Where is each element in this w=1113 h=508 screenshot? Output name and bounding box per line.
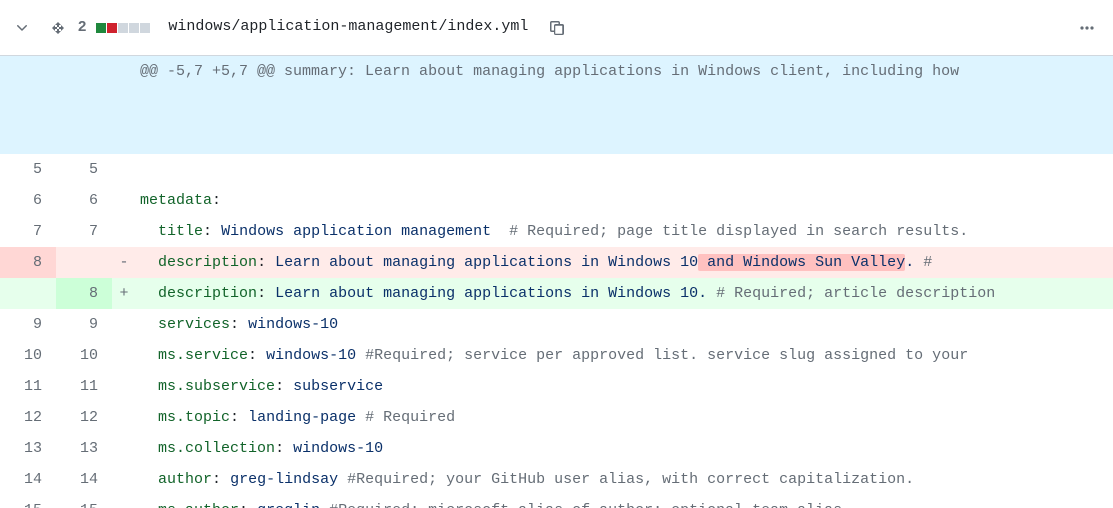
diffstat-square (107, 23, 117, 33)
hunk-header: @@ -5,7 +5,7 @@ summary: Learn about man… (0, 56, 1113, 154)
code-cell[interactable]: title: Windows application management # … (136, 216, 1113, 247)
diffstat[interactable] (96, 23, 150, 33)
diff-sign (112, 216, 136, 247)
code-cell[interactable]: ms.service: windows-10 #Required; servic… (136, 340, 1113, 371)
diff-sign (112, 433, 136, 464)
diff-line: 77 title: Windows application management… (0, 216, 1113, 247)
code-cell[interactable]: description: Learn about managing applic… (136, 247, 1113, 278)
diff-sign (112, 402, 136, 433)
diff-sign: + (112, 278, 136, 309)
diff-line: 8 - description: Learn about managing app… (0, 247, 1113, 278)
old-line-number[interactable]: 9 (0, 309, 56, 340)
hunk-text: @@ -5,7 +5,7 @@ summary: Learn about man… (136, 56, 1113, 154)
code-cell[interactable]: ms.topic: landing-page # Required (136, 402, 1113, 433)
expand-up-icon[interactable] (72, 87, 112, 118)
old-line-number[interactable]: 12 (0, 402, 56, 433)
old-line-number[interactable]: 6 (0, 185, 56, 216)
diff-line: 55 (0, 154, 1113, 185)
new-line-number[interactable]: 5 (56, 154, 112, 185)
diff-sign (112, 495, 136, 508)
diff-line: 1010 ms.service: windows-10 #Required; s… (0, 340, 1113, 371)
code-cell[interactable]: services: windows-10 (136, 309, 1113, 340)
diff-line: 1111 ms.subservice: subservice (0, 371, 1113, 402)
new-line-number[interactable]: 15 (56, 495, 112, 508)
change-count: 2 (78, 16, 86, 39)
old-line-number[interactable]: 14 (0, 464, 56, 495)
old-line-number[interactable]: 8 (0, 247, 56, 278)
code-cell[interactable]: ms.subservice: subservice (136, 371, 1113, 402)
diff-line: 66 metadata: (0, 185, 1113, 216)
diff-sign (112, 185, 136, 216)
new-line-number[interactable]: 12 (56, 402, 112, 433)
new-line-number[interactable]: 9 (56, 309, 112, 340)
diff-line: 1313 ms.collection: windows-10 (0, 433, 1113, 464)
diffstat-square (140, 23, 150, 33)
diffstat-square (118, 23, 128, 33)
diff-line: 1212 ms.topic: landing-page # Required (0, 402, 1113, 433)
new-line-number[interactable]: 7 (56, 216, 112, 247)
copy-path-button[interactable] (544, 14, 572, 42)
collapse-toggle[interactable] (8, 14, 36, 42)
new-line-number[interactable] (56, 247, 112, 278)
diff-line: 1414 author: greg-lindsay #Required; you… (0, 464, 1113, 495)
file-actions-menu[interactable] (1073, 14, 1101, 42)
old-line-number[interactable]: 15 (0, 495, 56, 508)
new-line-number[interactable]: 11 (56, 371, 112, 402)
code-cell[interactable]: ms.collection: windows-10 (136, 433, 1113, 464)
old-line-number[interactable] (0, 278, 56, 309)
new-line-number[interactable]: 8 (56, 278, 112, 309)
code-cell[interactable]: ms.author: greglin #Required; microsoft … (136, 495, 1113, 508)
diff-table: @@ -5,7 +5,7 @@ summary: Learn about man… (0, 56, 1113, 508)
code-cell[interactable] (136, 154, 1113, 185)
diff-line: 1515 ms.author: greglin #Required; micro… (0, 495, 1113, 508)
new-line-number[interactable]: 6 (56, 185, 112, 216)
diffstat-square (96, 23, 106, 33)
file-header: 2 windows/application-management/index.y… (0, 0, 1113, 56)
new-line-number[interactable]: 14 (56, 464, 112, 495)
old-line-number[interactable]: 5 (0, 154, 56, 185)
old-line-number[interactable]: 7 (0, 216, 56, 247)
new-line-number[interactable]: 10 (56, 340, 112, 371)
diff-sign: - (112, 247, 136, 278)
code-cell[interactable]: description: Learn about managing applic… (136, 278, 1113, 309)
new-line-number[interactable]: 13 (56, 433, 112, 464)
diff-sign (112, 464, 136, 495)
diff-sign (112, 371, 136, 402)
code-cell[interactable]: metadata: (136, 185, 1113, 216)
diffstat-square (129, 23, 139, 33)
old-line-number[interactable]: 10 (0, 340, 56, 371)
file-path[interactable]: windows/application-management/index.yml (168, 16, 528, 39)
old-line-number[interactable]: 13 (0, 433, 56, 464)
diff-sign (112, 309, 136, 340)
old-line-number[interactable]: 11 (0, 371, 56, 402)
diff-sign (112, 340, 136, 371)
diff-line: 8+ description: Learn about managing app… (0, 278, 1113, 309)
expand-all-icon[interactable] (44, 14, 72, 42)
diff-line: 99 services: windows-10 (0, 309, 1113, 340)
diff-sign (112, 154, 136, 185)
code-cell[interactable]: author: greg-lindsay #Required; your Git… (136, 464, 1113, 495)
